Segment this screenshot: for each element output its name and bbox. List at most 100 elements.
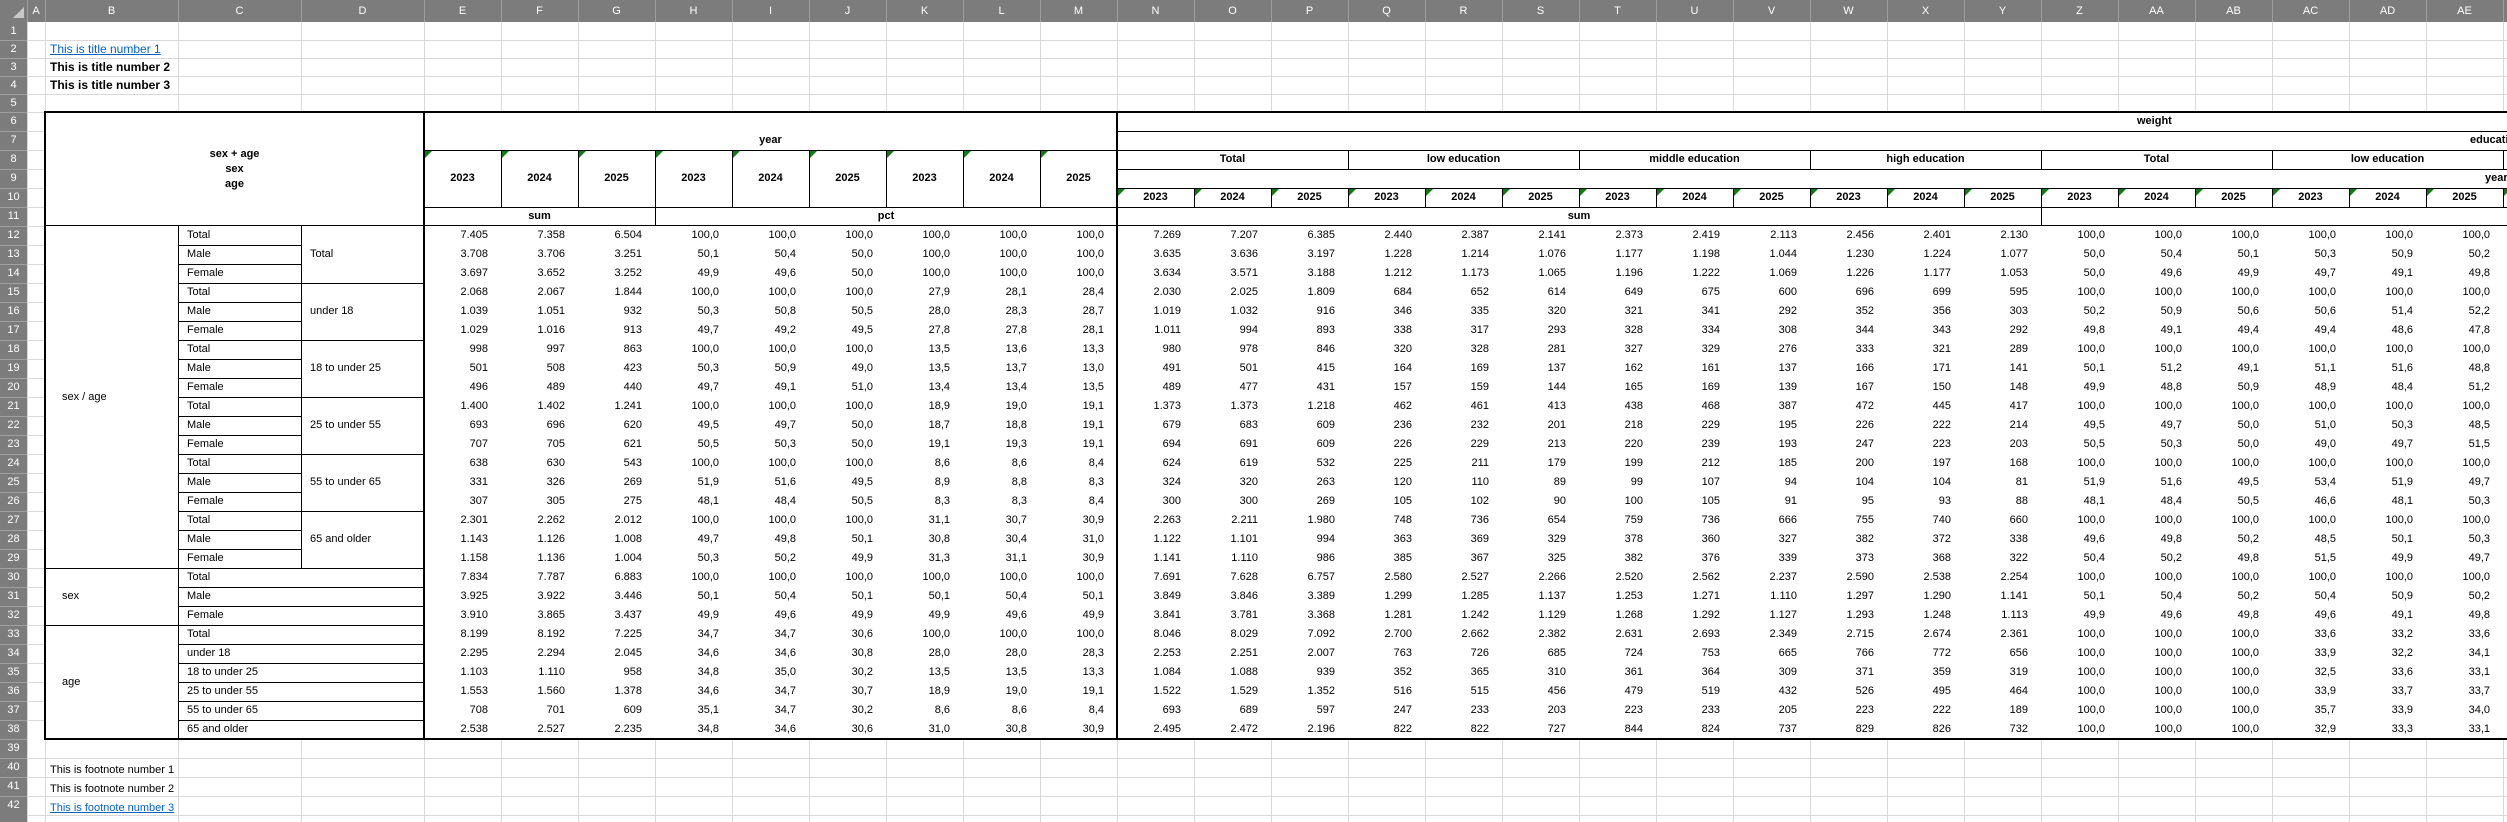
cell-H23[interactable]: 50,5	[655, 435, 732, 454]
cell-R20[interactable]: 159	[1425, 378, 1502, 397]
cell-Y38[interactable]: 732	[1964, 720, 2041, 739]
cell-V18[interactable]: 276	[1733, 340, 1810, 359]
cell-O35[interactable]: 1.088	[1194, 663, 1271, 682]
cell-AA36[interactable]: 100,0	[2118, 682, 2195, 701]
cell-S18[interactable]: 281	[1502, 340, 1579, 359]
year-cell-O10[interactable]: 2024	[1194, 188, 1271, 207]
cell-AD21[interactable]: 100,0	[2349, 397, 2426, 416]
cell-E23[interactable]: 707	[424, 435, 501, 454]
column-header-V[interactable]: V	[1733, 0, 1810, 22]
cell-J13[interactable]: 50,0	[809, 245, 886, 264]
cell-C34[interactable]: under 18	[178, 644, 424, 663]
cell-T30[interactable]: 2.520	[1579, 568, 1656, 587]
cell-M22[interactable]: 19,1	[1040, 416, 1117, 435]
cell-O18[interactable]: 978	[1194, 340, 1271, 359]
cell-O32[interactable]: 3.781	[1194, 606, 1271, 625]
cell-AE24[interactable]: 100,0	[2426, 454, 2503, 473]
cell-R19[interactable]: 169	[1425, 359, 1502, 378]
cell-L21[interactable]: 19,0	[963, 397, 1040, 416]
cell-S33[interactable]: 2.382	[1502, 625, 1579, 644]
cell-W38[interactable]: 829	[1810, 720, 1887, 739]
cell-AA35[interactable]: 100,0	[2118, 663, 2195, 682]
cell-L25[interactable]: 8,8	[963, 473, 1040, 492]
cell-J16[interactable]: 50,5	[809, 302, 886, 321]
cell-J28[interactable]: 50,1	[809, 530, 886, 549]
cell-G32[interactable]: 3.437	[578, 606, 655, 625]
cell-G26[interactable]: 275	[578, 492, 655, 511]
cell-AD29[interactable]: 49,9	[2349, 549, 2426, 568]
cell-V33[interactable]: 2.349	[1733, 625, 1810, 644]
cell-T21[interactable]: 438	[1579, 397, 1656, 416]
cell-AD27[interactable]: 100,0	[2349, 511, 2426, 530]
cell-U33[interactable]: 2.693	[1656, 625, 1733, 644]
cell-O17[interactable]: 994	[1194, 321, 1271, 340]
cell-E28[interactable]: 1.143	[424, 530, 501, 549]
year-cell-AB10[interactable]: 2025	[2195, 188, 2272, 207]
cell-J15[interactable]: 100,0	[809, 283, 886, 302]
cell-AC31[interactable]: 50,4	[2272, 587, 2349, 606]
cell-X29[interactable]: 368	[1887, 549, 1964, 568]
cell-Y24[interactable]: 168	[1964, 454, 2041, 473]
cell-J23[interactable]: 50,0	[809, 435, 886, 454]
cell-O14[interactable]: 3.571	[1194, 264, 1271, 283]
cell-I27[interactable]: 100,0	[732, 511, 809, 530]
cell-L23[interactable]: 19,3	[963, 435, 1040, 454]
row-header-23[interactable]: 23	[0, 435, 27, 454]
cell-W32[interactable]: 1.293	[1810, 606, 1887, 625]
cell-V32[interactable]: 1.127	[1733, 606, 1810, 625]
cell-AC12[interactable]: 100,0	[2272, 226, 2349, 245]
cell-AC17[interactable]: 49,4	[2272, 321, 2349, 340]
column-header-L[interactable]: L	[963, 0, 1040, 22]
cell-K26[interactable]: 8,3	[886, 492, 963, 511]
column-header-H[interactable]: H	[655, 0, 732, 22]
cell-P32[interactable]: 3.368	[1271, 606, 1348, 625]
column-header-P[interactable]: P	[1271, 0, 1348, 22]
cell-X37[interactable]: 222	[1887, 701, 1964, 720]
cell-AB14[interactable]: 49,9	[2195, 264, 2272, 283]
cell-K38[interactable]: 31,0	[886, 720, 963, 739]
pct-label-year-block[interactable]: pct	[655, 207, 1117, 226]
year-cell-S10[interactable]: 2025	[1502, 188, 1579, 207]
cell-AD25[interactable]: 51,9	[2349, 473, 2426, 492]
cell-U18[interactable]: 329	[1656, 340, 1733, 359]
cell-AE19[interactable]: 48,8	[2426, 359, 2503, 378]
year-cell-R10[interactable]: 2024	[1425, 188, 1502, 207]
cell-C24[interactable]: Total	[178, 454, 301, 473]
cell-P19[interactable]: 415	[1271, 359, 1348, 378]
cell-N18[interactable]: 980	[1117, 340, 1194, 359]
cell-Q16[interactable]: 346	[1348, 302, 1425, 321]
cell-C37[interactable]: 55 to under 65	[178, 701, 424, 720]
cell-AD19[interactable]: 51,6	[2349, 359, 2426, 378]
cell-J22[interactable]: 50,0	[809, 416, 886, 435]
cell-Q33[interactable]: 2.700	[1348, 625, 1425, 644]
cell-T33[interactable]: 2.631	[1579, 625, 1656, 644]
cell-R14[interactable]: 1.173	[1425, 264, 1502, 283]
cell-C18[interactable]: Total	[178, 340, 301, 359]
cell-K30[interactable]: 100,0	[886, 568, 963, 587]
row-header-36[interactable]: 36	[0, 682, 27, 701]
cell-R29[interactable]: 367	[1425, 549, 1502, 568]
cell-M17[interactable]: 28,1	[1040, 321, 1117, 340]
cell-H29[interactable]: 50,3	[655, 549, 732, 568]
cell-AB27[interactable]: 100,0	[2195, 511, 2272, 530]
cell-X33[interactable]: 2.674	[1887, 625, 1964, 644]
column-header-U[interactable]: U	[1656, 0, 1733, 22]
cell-T23[interactable]: 220	[1579, 435, 1656, 454]
cell-P21[interactable]: 1.218	[1271, 397, 1348, 416]
row-header-42[interactable]: 42	[0, 796, 27, 815]
column-header-Y[interactable]: Y	[1964, 0, 2041, 22]
cell-Y35[interactable]: 319	[1964, 663, 2041, 682]
cell-O37[interactable]: 689	[1194, 701, 1271, 720]
cell-D15[interactable]: under 18	[301, 283, 424, 340]
cell-N25[interactable]: 324	[1117, 473, 1194, 492]
cell-W35[interactable]: 371	[1810, 663, 1887, 682]
cell-J27[interactable]: 100,0	[809, 511, 886, 530]
cell-S16[interactable]: 320	[1502, 302, 1579, 321]
cell-AA34[interactable]: 100,0	[2118, 644, 2195, 663]
column-header-I[interactable]: I	[732, 0, 809, 22]
cell-C12[interactable]: Total	[178, 226, 301, 245]
cell-P13[interactable]: 3.197	[1271, 245, 1348, 264]
row-header-14[interactable]: 14	[0, 264, 27, 283]
row-header-20[interactable]: 20	[0, 378, 27, 397]
cell-R24[interactable]: 211	[1425, 454, 1502, 473]
